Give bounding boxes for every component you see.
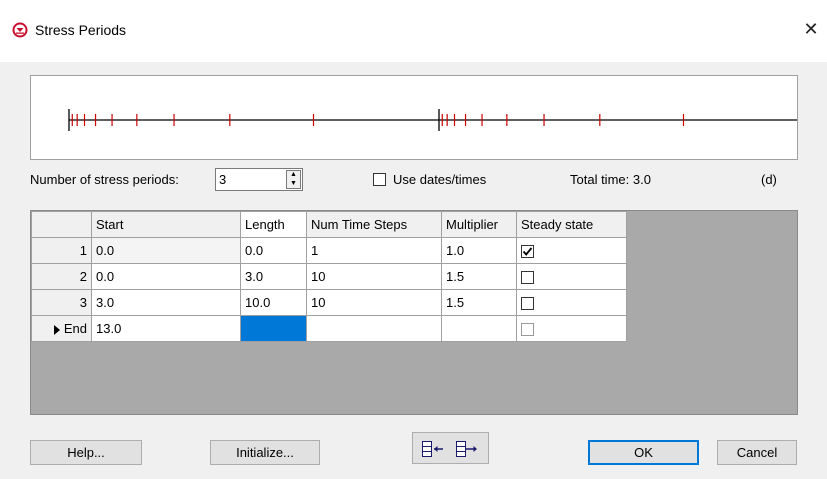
- table-row: 2 0.0 3.0 10 1.5: [31, 263, 627, 290]
- table-row: 1 0.0 0.0 1 1.0: [31, 237, 627, 264]
- app-logo-icon: [12, 22, 28, 38]
- insert-row-icon[interactable]: [421, 439, 445, 459]
- cell-steady-state[interactable]: [516, 289, 627, 316]
- steady-state-checkbox[interactable]: [521, 245, 534, 259]
- steady-state-checkbox[interactable]: [521, 297, 534, 311]
- cell-multiplier[interactable]: [441, 315, 517, 342]
- cell-num-time-steps[interactable]: [306, 315, 442, 342]
- column-header-steady-state[interactable]: Steady state: [516, 211, 627, 238]
- table-row: End 13.0: [31, 315, 627, 342]
- num-periods-label: Number of stress periods:: [30, 172, 179, 187]
- stress-period-grid: Start Length Num Time Steps Multiplier S…: [30, 210, 798, 415]
- ok-button[interactable]: OK: [588, 440, 699, 465]
- cell-start[interactable]: 0.0: [91, 263, 241, 290]
- time-units-label: (d): [761, 172, 777, 187]
- current-row-pointer-icon: [53, 324, 60, 335]
- cell-start[interactable]: 3.0: [91, 289, 241, 316]
- corner-cell[interactable]: [31, 211, 92, 238]
- cell-steady-state[interactable]: [516, 315, 627, 342]
- cell-num-time-steps[interactable]: 1: [306, 237, 442, 264]
- close-icon: ✕: [803, 19, 819, 39]
- row-header[interactable]: 3: [31, 289, 92, 316]
- timeline-chart: [68, 109, 797, 131]
- steady-state-checkbox[interactable]: [521, 271, 534, 285]
- initialize-button[interactable]: Initialize...: [210, 440, 320, 465]
- cell-length[interactable]: 3.0: [240, 263, 307, 290]
- stress-period-table: Start Length Num Time Steps Multiplier S…: [31, 211, 627, 342]
- cell-start[interactable]: 13.0: [91, 315, 241, 342]
- spinner-buttons[interactable]: ▲ ▼: [286, 170, 301, 189]
- row-header[interactable]: 1: [31, 237, 92, 264]
- window-title: Stress Periods: [35, 22, 127, 38]
- use-dates-label[interactable]: Use dates/times: [393, 172, 486, 187]
- cell-length-selected[interactable]: [240, 315, 307, 342]
- column-header-start[interactable]: Start: [91, 211, 241, 238]
- steady-state-checkbox[interactable]: [521, 323, 534, 337]
- num-periods-spinner[interactable]: ▲ ▼: [215, 168, 303, 191]
- table-header-row: Start Length Num Time Steps Multiplier S…: [31, 211, 627, 238]
- cell-num-time-steps[interactable]: 10: [306, 263, 442, 290]
- cell-multiplier[interactable]: 1.5: [441, 289, 517, 316]
- title-bar: Stress Periods ✕: [0, 0, 827, 62]
- cell-start[interactable]: 0.0: [91, 237, 241, 264]
- cell-steady-state[interactable]: [516, 263, 627, 290]
- cell-length[interactable]: 0.0: [240, 237, 307, 264]
- cell-length[interactable]: 10.0: [240, 289, 307, 316]
- cell-num-time-steps[interactable]: 10: [306, 289, 442, 316]
- dialog-client: Number of stress periods: ▲ ▼ Use dates/…: [0, 62, 827, 479]
- help-button[interactable]: Help...: [30, 440, 142, 465]
- close-button[interactable]: ✕: [800, 17, 822, 41]
- column-header-length[interactable]: Length: [240, 211, 307, 238]
- spin-down-icon[interactable]: ▼: [287, 180, 300, 188]
- use-dates-checkbox[interactable]: [373, 173, 386, 186]
- total-time-label: Total time: 3.0: [570, 172, 651, 187]
- row-header-label: End: [63, 321, 87, 336]
- cell-steady-state[interactable]: [516, 237, 627, 264]
- delete-row-icon[interactable]: [455, 439, 479, 459]
- row-tools-button-group: [412, 432, 489, 464]
- num-periods-input[interactable]: [216, 169, 285, 190]
- cell-multiplier[interactable]: 1.5: [441, 263, 517, 290]
- cell-multiplier[interactable]: 1.0: [441, 237, 517, 264]
- row-header-end[interactable]: End: [31, 315, 92, 342]
- stress-period-timeline: [30, 75, 798, 160]
- spin-up-icon[interactable]: ▲: [287, 171, 300, 179]
- cancel-button[interactable]: Cancel: [717, 440, 797, 465]
- column-header-multiplier[interactable]: Multiplier: [441, 211, 517, 238]
- table-row: 3 3.0 10.0 10 1.5: [31, 289, 627, 316]
- row-header[interactable]: 2: [31, 263, 92, 290]
- column-header-num-time-steps[interactable]: Num Time Steps: [306, 211, 442, 238]
